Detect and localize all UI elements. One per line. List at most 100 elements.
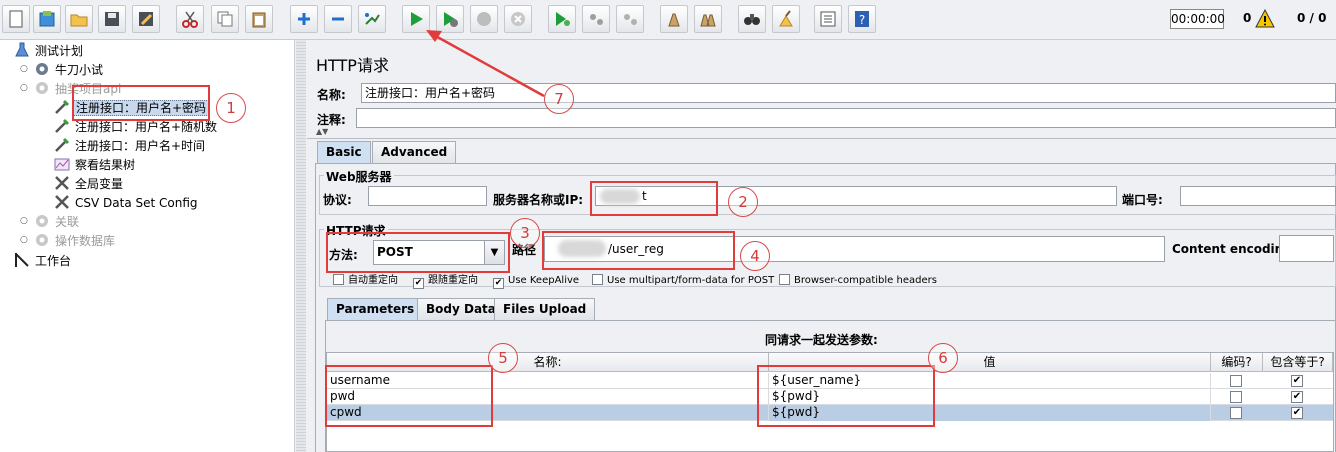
annotation-number: 1 [216, 93, 246, 123]
expand-toggle-icon[interactable]: ○ [20, 65, 29, 74]
checkbox-box [779, 274, 790, 285]
warnings-count: 0 [1243, 11, 1252, 25]
annotation-box [757, 365, 935, 427]
annotation-number: 6 [928, 343, 958, 373]
protocol-label: 协议: [323, 193, 352, 207]
gear-icon [36, 234, 48, 246]
collapse-arrows-icon[interactable]: ▲▼ [316, 127, 328, 136]
annotation-box [325, 365, 493, 427]
keepalive-checkbox[interactable]: ✔ Use KeepAlive [493, 274, 579, 289]
cut-icon[interactable] [176, 5, 204, 33]
remote-start-icon[interactable] [548, 5, 576, 33]
remote-stop-icon[interactable] [582, 5, 610, 33]
browser-headers-checkbox[interactable]: Browser-compatible headers [779, 274, 937, 288]
annotation-arrow-icon [426, 30, 545, 98]
chart-icon [54, 158, 70, 171]
check-icon: ✔ [493, 278, 504, 289]
comment-label: 注释: [317, 113, 346, 127]
encode-checkbox[interactable] [1230, 375, 1242, 387]
checkbox-box [333, 274, 344, 285]
checkbox-box [592, 274, 603, 285]
annotation-number: 4 [740, 241, 770, 271]
tab-basic[interactable]: Basic [317, 141, 371, 163]
tree-item-thread-group[interactable]: 牛刀小试 [34, 61, 105, 79]
toggle-icon[interactable] [358, 5, 386, 33]
thread-count: 0 / 0 [1297, 11, 1327, 25]
pipette-icon [55, 137, 70, 152]
help-icon[interactable]: ? [848, 5, 876, 33]
annotation-box [590, 181, 718, 216]
tab-body-data[interactable]: Body Data [417, 298, 505, 320]
annotation-box [326, 232, 510, 273]
protocol-field[interactable] [368, 186, 487, 206]
encode-checkbox[interactable] [1230, 407, 1242, 419]
tree-item-correlation[interactable]: 关联 [34, 213, 81, 231]
search-icon[interactable] [738, 5, 766, 33]
tree-item-test-plan[interactable]: 测试计划 [14, 42, 85, 60]
collapse-icon[interactable] [324, 5, 352, 33]
tools-icon [55, 176, 69, 190]
gear-icon [36, 63, 48, 75]
svg-text:?: ? [859, 13, 865, 27]
clear-all-icon[interactable] [694, 5, 722, 33]
gear-icon [36, 82, 48, 94]
column-header-include-equals[interactable]: 包含等于? [1263, 353, 1333, 372]
pipette-icon [55, 99, 70, 114]
port-field[interactable] [1180, 186, 1336, 206]
tab-files-upload[interactable]: Files Upload [494, 298, 596, 320]
open-icon[interactable] [65, 5, 93, 33]
save-as-icon[interactable] [132, 5, 160, 33]
follow-redirect-checkbox[interactable]: ✔ 跟随重定向 [413, 274, 478, 289]
params-caption: 同请求一起发送参数: [765, 333, 878, 347]
server-label: 服务器名称或IP: [493, 193, 584, 207]
auto-redirect-checkbox[interactable]: 自动重定向 [333, 274, 398, 288]
content-encoding-field[interactable] [1279, 235, 1334, 262]
check-icon: ✔ [413, 278, 424, 289]
expand-toggle-icon[interactable]: ○ [20, 84, 29, 93]
annotation-number: 2 [728, 187, 758, 217]
include-equals-checkbox[interactable]: ✔ [1291, 375, 1303, 387]
new-icon[interactable] [2, 5, 30, 33]
templates-icon[interactable] [33, 5, 61, 33]
column-header-encode[interactable]: 编码? [1211, 353, 1263, 372]
tree-item-register-user-time[interactable]: 注册接口：用户名+时间 [54, 137, 207, 155]
include-equals-checkbox[interactable]: ✔ [1291, 391, 1303, 403]
paste-icon[interactable] [245, 5, 273, 33]
annotation-number: 5 [488, 343, 518, 373]
gear-icon [36, 215, 48, 227]
function-helper-icon[interactable] [814, 5, 842, 33]
port-label: 端口号: [1122, 193, 1163, 207]
remote-shutdown-icon[interactable] [616, 5, 644, 33]
divider [307, 138, 1336, 139]
tools-icon [55, 195, 69, 209]
split-pane-divider[interactable] [296, 40, 306, 452]
tree-item-view-results-tree[interactable]: 察看结果树 [54, 156, 137, 174]
copy-icon[interactable] [211, 5, 239, 33]
tab-parameters[interactable]: Parameters [327, 298, 424, 320]
save-icon[interactable] [98, 5, 126, 33]
tree-item-csv-data-set-config[interactable]: CSV Data Set Config [54, 194, 200, 212]
annotation-box [72, 85, 210, 121]
tree-item-database[interactable]: 操作数据库 [34, 232, 117, 250]
tree-item-workbench[interactable]: 工作台 [14, 252, 73, 270]
comment-field[interactable] [356, 108, 1336, 128]
name-label: 名称: [317, 88, 346, 102]
pipette-icon [55, 118, 70, 133]
toolbar: ? 00:00:00 0 0 / 0 [0, 0, 1336, 40]
tab-advanced[interactable]: Advanced [372, 141, 457, 163]
expand-icon[interactable] [290, 5, 318, 33]
expand-toggle-icon[interactable]: ○ [20, 217, 29, 226]
tree-item-global-variables[interactable]: 全局变量 [54, 175, 125, 193]
warning-icon[interactable] [1255, 9, 1275, 29]
flask-icon [15, 42, 29, 57]
annotation-number: 3 [510, 218, 540, 248]
multipart-checkbox[interactable]: Use multipart/form-data for POST [592, 274, 774, 288]
annotation-box [542, 231, 735, 270]
clear-icon[interactable] [660, 5, 688, 33]
content-encoding-label: Content encoding: [1172, 242, 1297, 256]
expand-toggle-icon[interactable]: ○ [20, 236, 29, 245]
include-equals-checkbox[interactable]: ✔ [1291, 407, 1303, 419]
elapsed-timer: 00:00:00 [1170, 9, 1225, 29]
reset-search-icon[interactable] [772, 5, 800, 33]
encode-checkbox[interactable] [1230, 391, 1242, 403]
